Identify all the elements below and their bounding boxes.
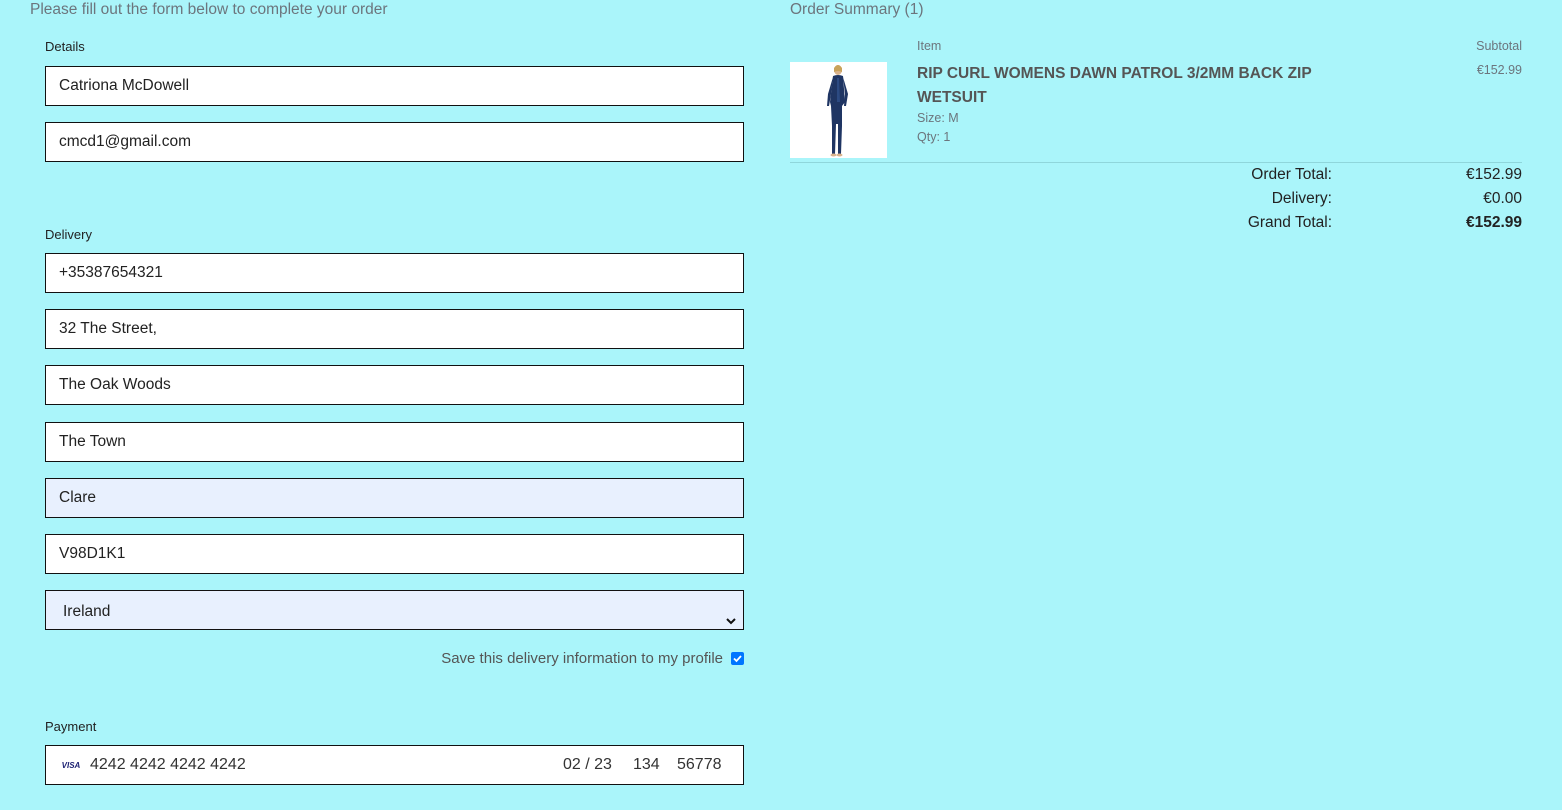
delivery-cost-value: €0.00 [1483, 190, 1522, 207]
country-select-value: Ireland [63, 603, 111, 620]
card-element[interactable]: VISA 4242 4242 4242 4242 02 / 23 134 567… [45, 745, 744, 785]
postcode-input[interactable]: V98D1K1 [45, 534, 744, 574]
order-summary-title: Order Summary (1) [790, 1, 924, 18]
subtotal-column-header: Subtotal [1476, 39, 1522, 53]
order-total-value: €152.99 [1465, 166, 1522, 183]
country-select[interactable]: Ireland [45, 590, 744, 630]
town-input[interactable]: The Town [45, 422, 744, 462]
card-zip-input[interactable]: 56778 [677, 756, 722, 774]
street-address-1-input[interactable]: 32 The Street, [45, 309, 744, 349]
payment-heading: Payment [45, 719, 97, 734]
email-input[interactable]: cmcd1@gmail.com [45, 122, 744, 162]
card-cvc-input[interactable]: 134 [633, 756, 660, 774]
grand-total-value: €152.99 [1465, 214, 1522, 231]
save-info-checkbox[interactable] [731, 651, 744, 665]
county-input[interactable]: Clare [45, 478, 744, 518]
card-expiry-input[interactable]: 02 / 23 [563, 756, 612, 774]
full-name-input[interactable]: Catriona McDowell [45, 66, 744, 106]
product-name: RIP CURL WOMENS DAWN PATROL 3/2MM BACK Z… [917, 65, 1312, 106]
product-qty: Qty: 1 [917, 130, 951, 144]
delivery-heading: Delivery [45, 227, 92, 242]
details-heading: Details [45, 39, 85, 54]
product-size: Size: M [917, 111, 959, 125]
grand-total-label: Grand Total: [1247, 214, 1332, 231]
visa-icon: VISA [59, 760, 83, 772]
delivery-cost-label: Delivery: [1271, 190, 1332, 207]
product-subtotal: €152.99 [1476, 63, 1522, 77]
save-info-row: Save this delivery information to my pro… [420, 648, 744, 668]
street-address-2-input[interactable]: The Oak Woods [45, 365, 744, 405]
checkout-page: Please fill out the form below to comple… [0, 0, 1562, 810]
save-info-label[interactable]: Save this delivery information to my pro… [441, 650, 723, 667]
order-total-label: Order Total: [1251, 166, 1332, 183]
chevron-down-icon [725, 603, 737, 625]
card-number-input[interactable]: 4242 4242 4242 4242 [90, 756, 246, 774]
product-image [790, 62, 887, 158]
item-column-header: Item [917, 39, 942, 53]
form-intro: Please fill out the form below to comple… [30, 1, 388, 18]
summary-divider [790, 162, 1522, 163]
phone-input[interactable]: +35387654321 [45, 253, 744, 293]
